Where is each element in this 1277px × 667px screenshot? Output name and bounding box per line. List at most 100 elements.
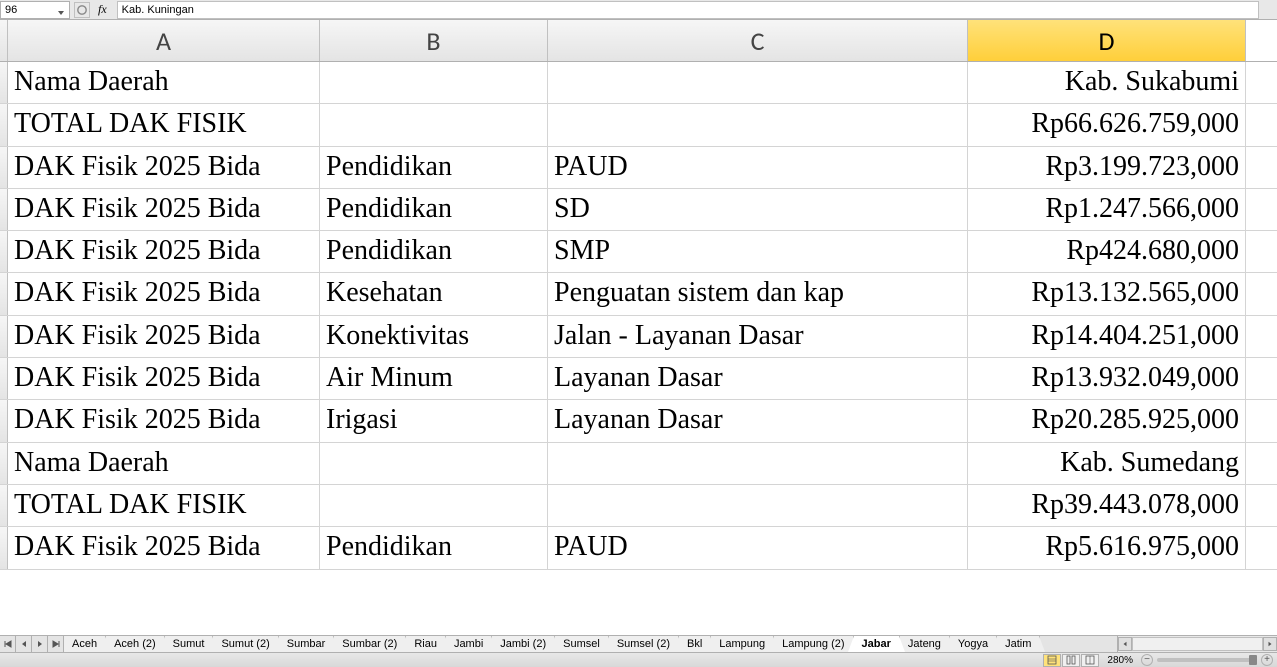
row-header[interactable] [0,104,8,145]
sheet-tab[interactable]: Sumsel (2) [608,636,679,652]
cell[interactable]: SMP [548,231,968,272]
sheet-tab[interactable]: Jateng [899,636,950,652]
spreadsheet-grid[interactable]: Nama Daerah Kab. Sukabumi TOTAL DAK FISIK R… [0,62,1277,635]
cell[interactable]: Rp13.932.049,000 [968,358,1246,399]
cell[interactable] [320,62,548,103]
row-header[interactable] [0,231,8,272]
cell[interactable]: Pendidikan [320,231,548,272]
cell[interactable]: DAK Fisik 2025 Bida [8,358,320,399]
cell[interactable] [548,443,968,484]
cell[interactable]: Layanan Dasar [548,400,968,441]
cell[interactable]: SD [548,189,968,230]
sheet-tab[interactable]: Sumbar (2) [333,636,406,652]
cell[interactable]: Konektivitas [320,316,548,357]
cell[interactable]: PAUD [548,147,968,188]
cell[interactable]: Rp1.247.566,000 [968,189,1246,230]
cell[interactable] [320,104,548,145]
sheet-tab[interactable]: Jambi (2) [491,636,555,652]
normal-view-icon[interactable] [1043,654,1061,667]
cell[interactable]: Rp3.199.723,000 [968,147,1246,188]
row-header[interactable] [0,273,8,314]
col-header-B[interactable]: B [320,20,548,61]
row-header[interactable] [0,62,8,103]
select-all-corner[interactable] [0,20,8,61]
tab-nav-next-icon[interactable] [32,636,48,652]
row-header[interactable] [0,316,8,357]
scroll-left-icon[interactable] [1118,637,1132,651]
cell[interactable] [548,485,968,526]
cell[interactable]: TOTAL DAK FISIK [8,485,320,526]
cell[interactable]: Kab. Sukabumi [968,62,1246,103]
cell[interactable]: Rp5.616.975,000 [968,527,1246,568]
page-break-view-icon[interactable] [1081,654,1099,667]
cell[interactable]: Pendidikan [320,189,548,230]
cell[interactable] [320,485,548,526]
row-header[interactable] [0,189,8,230]
sheet-tab[interactable]: Lampung [710,636,774,652]
row-header[interactable] [0,443,8,484]
row-header[interactable] [0,358,8,399]
sheet-tab[interactable]: Jabar [853,636,900,652]
cell[interactable]: Rp13.132.565,000 [968,273,1246,314]
col-header-A[interactable]: A [8,20,320,61]
row-header[interactable] [0,400,8,441]
sheet-tab[interactable]: Sumut (2) [212,636,278,652]
cell[interactable]: DAK Fisik 2025 Bida [8,189,320,230]
cell[interactable]: Pendidikan [320,147,548,188]
name-box-dropdown-icon[interactable] [57,6,65,14]
fx-icon[interactable]: fx [92,2,113,17]
tab-nav-prev-icon[interactable] [16,636,32,652]
cell[interactable]: Rp20.285.925,000 [968,400,1246,441]
cell[interactable]: DAK Fisik 2025 Bida [8,527,320,568]
cell[interactable]: Pendidikan [320,527,548,568]
zoom-level[interactable]: 280% [1103,655,1137,666]
cell[interactable]: Kab. Sumedang [968,443,1246,484]
col-header-C[interactable]: C [548,20,968,61]
cell[interactable]: Air Minum [320,358,548,399]
cell[interactable]: Layanan Dasar [548,358,968,399]
cell[interactable]: Rp14.404.251,000 [968,316,1246,357]
row-header[interactable] [0,485,8,526]
cell[interactable] [548,62,968,103]
sheet-tab[interactable]: Sumsel [554,636,609,652]
cell[interactable]: Kesehatan [320,273,548,314]
cell[interactable]: Nama Daerah [8,62,320,103]
tab-nav-first-icon[interactable] [0,636,16,652]
formula-input[interactable]: Kab. Kuningan [117,1,1259,19]
cell[interactable]: Rp39.443.078,000 [968,485,1246,526]
cell[interactable]: Irigasi [320,400,548,441]
sheet-tab[interactable]: Sumbar [278,636,335,652]
cell[interactable]: Rp424.680,000 [968,231,1246,272]
cell[interactable]: DAK Fisik 2025 Bida [8,147,320,188]
sheet-tab[interactable]: Sumut [164,636,214,652]
cell[interactable]: DAK Fisik 2025 Bida [8,231,320,272]
cell[interactable] [548,104,968,145]
cell[interactable]: DAK Fisik 2025 Bida [8,273,320,314]
cell[interactable]: Rp66.626.759,000 [968,104,1246,145]
cell[interactable]: Nama Daerah [8,443,320,484]
zoom-out-button[interactable]: − [1141,654,1153,666]
tab-nav-last-icon[interactable] [48,636,64,652]
cell[interactable]: DAK Fisik 2025 Bida [8,400,320,441]
cell[interactable]: DAK Fisik 2025 Bida [8,316,320,357]
page-layout-view-icon[interactable] [1062,654,1080,667]
col-header-D[interactable]: D [968,20,1246,61]
sheet-tab[interactable]: Yogya [949,636,997,652]
cell[interactable]: PAUD [548,527,968,568]
sheet-tab[interactable]: Lampung (2) [773,636,853,652]
cell[interactable]: Jalan - Layanan Dasar [548,316,968,357]
zoom-in-button[interactable]: + [1261,654,1273,666]
name-box[interactable]: 96 [0,1,70,19]
sheet-tab[interactable]: Aceh (2) [105,636,165,652]
cell[interactable] [320,443,548,484]
cancel-formula-icon[interactable] [74,2,90,18]
sheet-tab[interactable]: Jatim [996,636,1040,652]
zoom-slider-thumb[interactable] [1249,655,1257,665]
row-header[interactable] [0,527,8,568]
zoom-slider[interactable] [1157,658,1257,662]
row-header[interactable] [0,147,8,188]
horizontal-scrollbar[interactable] [1117,636,1277,652]
scroll-track[interactable] [1132,637,1263,651]
scroll-right-icon[interactable] [1263,637,1277,651]
cell[interactable]: TOTAL DAK FISIK [8,104,320,145]
